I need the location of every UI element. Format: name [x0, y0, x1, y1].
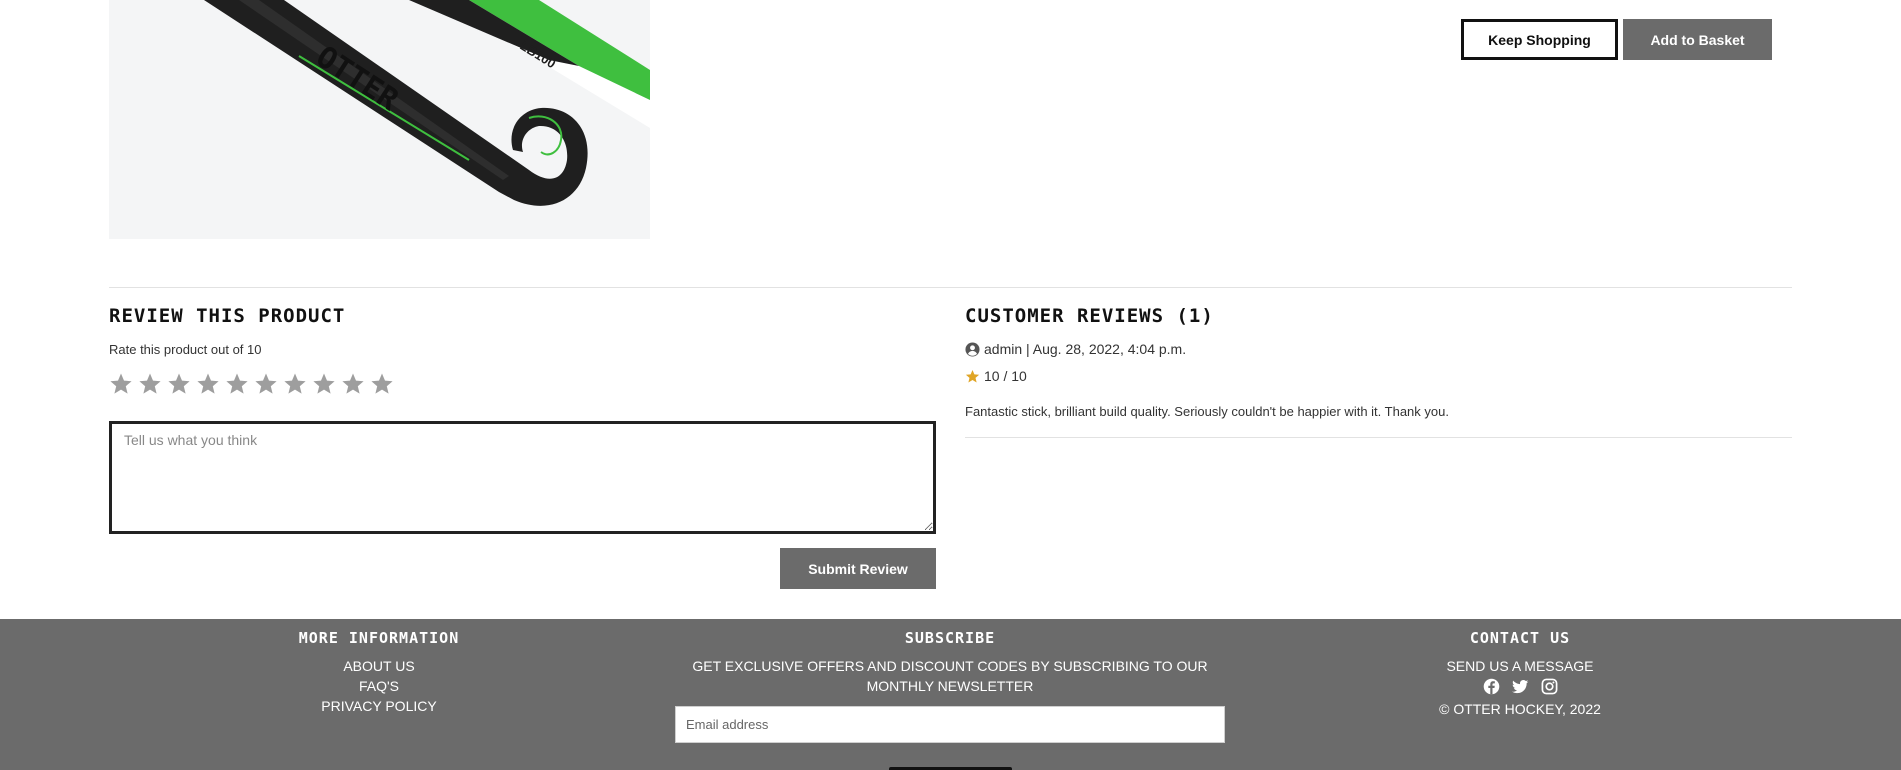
submit-review-button[interactable]: Submit Review	[780, 548, 936, 589]
rating-star-6[interactable]	[254, 372, 278, 396]
rating-star-7[interactable]	[283, 372, 307, 396]
copyright-text: © OTTER HOCKEY, 2022	[1439, 701, 1601, 717]
star-filled-icon	[965, 369, 980, 382]
about-us-link[interactable]: ABOUT US	[279, 656, 479, 676]
facebook-icon[interactable]	[1483, 678, 1500, 695]
background-stick: LB100	[409, 0, 650, 128]
rate-label: Rate this product out of 10	[109, 342, 262, 357]
faqs-link[interactable]: FAQ'S	[279, 676, 479, 696]
rating-star-5[interactable]	[225, 372, 249, 396]
rating-stars[interactable]	[109, 372, 394, 396]
contact-us-heading: CONTACT US	[1469, 629, 1571, 647]
section-divider	[109, 287, 1792, 288]
rating-star-9[interactable]	[341, 372, 365, 396]
keep-shopping-button[interactable]: Keep Shopping	[1461, 19, 1618, 60]
product-image: LB100 OTTER	[109, 0, 650, 239]
review-author-date: admin | Aug. 28, 2022, 4:04 p.m.	[984, 341, 1187, 357]
rating-star-4[interactable]	[196, 372, 220, 396]
more-information-heading: MORE INFORMATION	[298, 629, 460, 647]
customer-reviews-heading: CUSTOMER REVIEWS (1)	[965, 305, 1214, 327]
send-message-link[interactable]: SEND US A MESSAGE	[1420, 656, 1620, 676]
review-rating: 10 / 10	[965, 368, 1027, 384]
rating-star-2[interactable]	[138, 372, 162, 396]
footer-subscribe: SUBSCRIBE GET EXCLUSIVE OFFERS AND DISCO…	[675, 629, 1225, 743]
review-rating-value: 10 / 10	[984, 368, 1027, 384]
subscribe-heading: SUBSCRIBE	[904, 629, 996, 647]
privacy-policy-link[interactable]: PRIVACY POLICY	[279, 696, 479, 716]
footer-contact: CONTACT US SEND US A MESSAGE © OTTER HOC…	[1420, 629, 1620, 719]
hockey-stick-illustration: LB100 OTTER	[204, 0, 650, 206]
user-circle-icon	[965, 341, 980, 357]
site-footer: MORE INFORMATION ABOUT US FAQ'S PRIVACY …	[0, 619, 1901, 770]
add-to-basket-button[interactable]: Add to Basket	[1623, 19, 1772, 60]
product-page: LB100 OTTER Keep Shopping Add to Basket …	[0, 0, 1901, 770]
footer-more-information: MORE INFORMATION ABOUT US FAQ'S PRIVACY …	[279, 629, 479, 716]
review-body: Fantastic stick, brilliant build quality…	[965, 404, 1449, 419]
rating-star-1[interactable]	[109, 372, 133, 396]
rating-star-10[interactable]	[370, 372, 394, 396]
twitter-icon[interactable]	[1511, 678, 1529, 695]
rating-star-3[interactable]	[167, 372, 191, 396]
email-input[interactable]	[675, 706, 1225, 743]
review-meta: admin | Aug. 28, 2022, 4:04 p.m.	[965, 341, 1186, 357]
social-links	[1420, 678, 1620, 695]
subscribe-text: GET EXCLUSIVE OFFERS AND DISCOUNT CODES …	[692, 658, 1208, 694]
review-textarea[interactable]	[109, 421, 936, 534]
review-form-heading: REVIEW THIS PRODUCT	[109, 305, 346, 327]
instagram-icon[interactable]	[1541, 678, 1558, 695]
rating-star-8[interactable]	[312, 372, 336, 396]
review-divider	[965, 437, 1792, 438]
